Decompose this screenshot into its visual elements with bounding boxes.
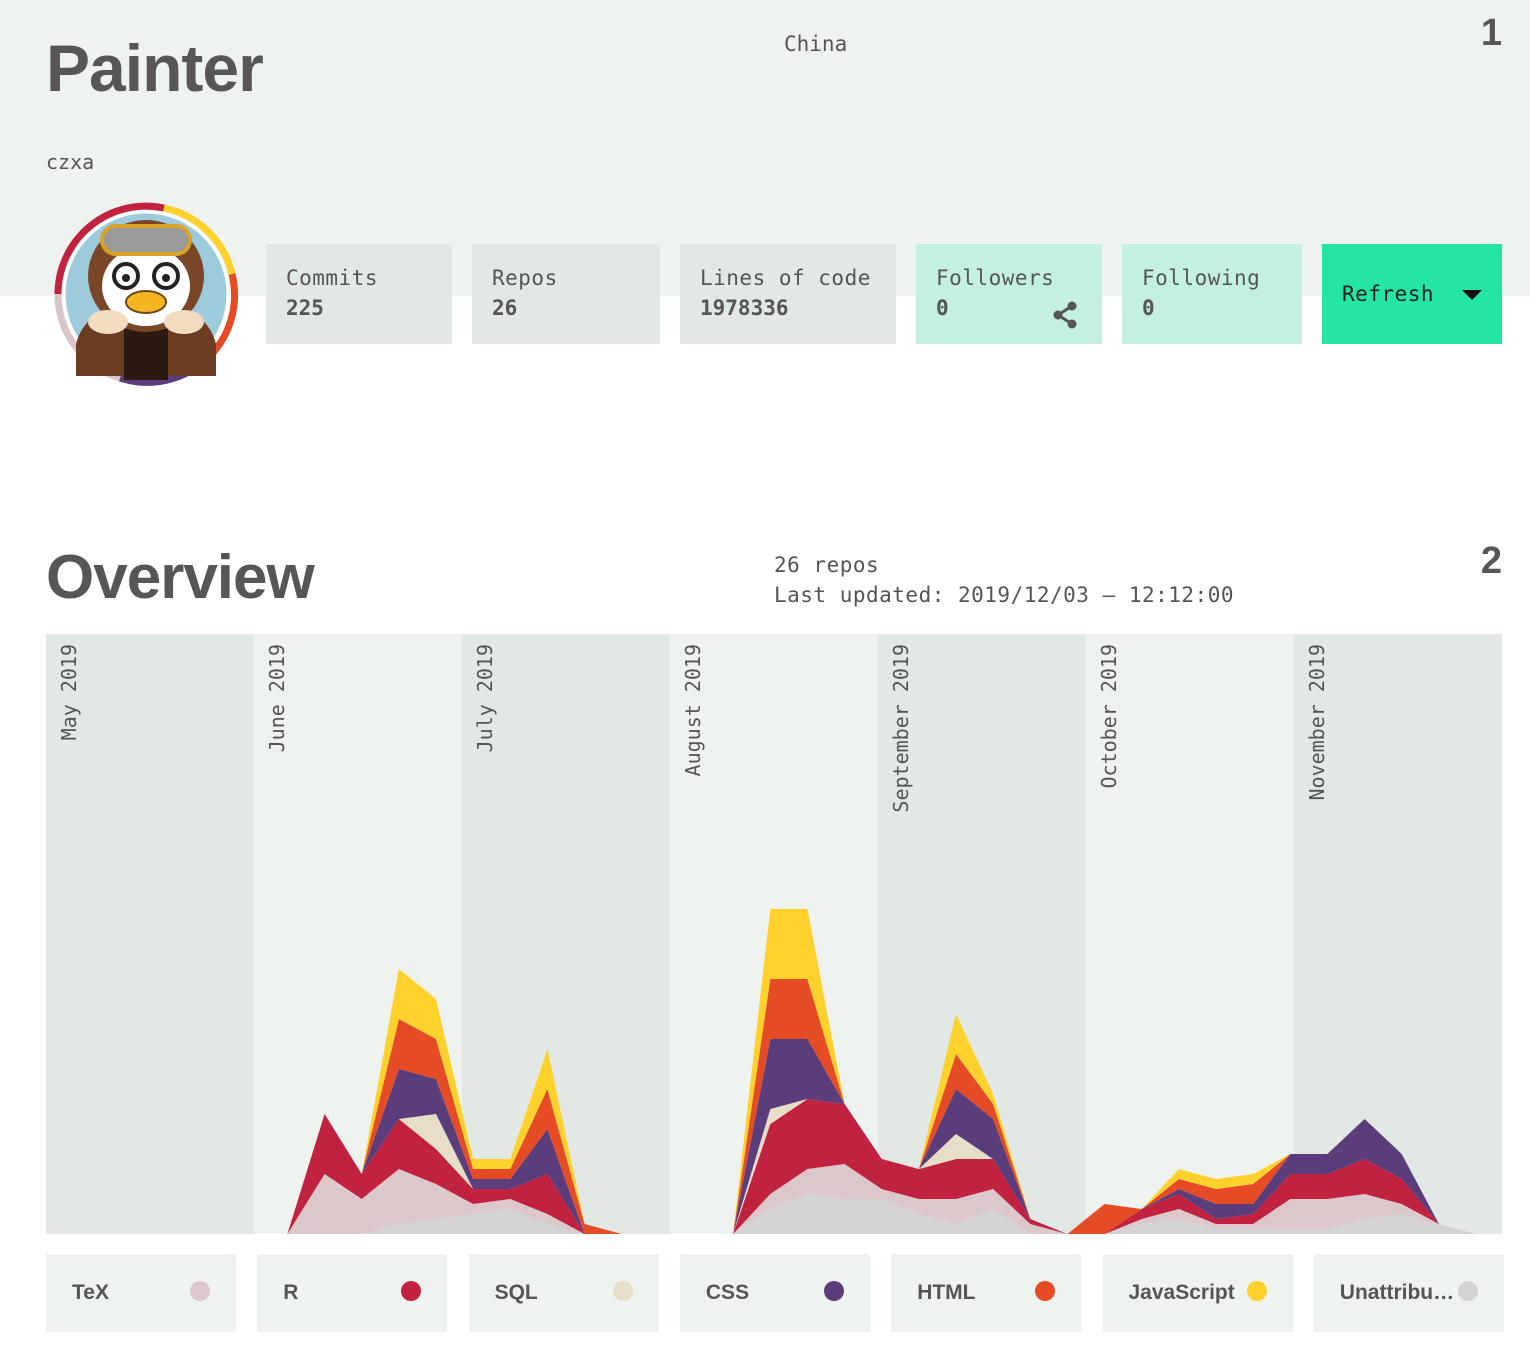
month-label: July 2019 bbox=[473, 644, 497, 752]
legend-item-unattributed[interactable]: Unattributed bbox=[1313, 1254, 1504, 1332]
legend-item-html[interactable]: HTML bbox=[891, 1254, 1082, 1332]
stat-label: Lines of code bbox=[700, 266, 871, 290]
legend-label: Unattributed bbox=[1339, 1281, 1458, 1304]
month-label: September 2019 bbox=[889, 644, 913, 813]
stat-repos: Repos 26 bbox=[472, 244, 660, 344]
overview-repos: 26 repos bbox=[774, 553, 880, 577]
legend-swatch bbox=[1246, 1281, 1267, 1301]
overview-updated: Last updated: 2019/12/03 – 12:12:00 bbox=[774, 583, 1235, 607]
stat-commits: Commits 225 bbox=[266, 244, 452, 344]
section-number: 1 bbox=[1480, 12, 1502, 54]
profile-name: Painter bbox=[46, 31, 264, 105]
legend-label: TeX bbox=[72, 1281, 109, 1304]
overview-title: Overview bbox=[46, 543, 315, 612]
legend-item-tex[interactable]: TeX bbox=[46, 1254, 236, 1332]
legend-item-javascript[interactable]: JavaScript bbox=[1102, 1254, 1293, 1332]
month-label: November 2019 bbox=[1305, 644, 1329, 801]
legend-label: CSS bbox=[705, 1281, 750, 1304]
stat-value: 26 bbox=[492, 296, 518, 320]
activity-chart: May 2019 June 2019 July 2019 August 2019 Sep… bbox=[46, 634, 1502, 1234]
legend-label: R bbox=[283, 1281, 299, 1304]
section-number: 2 bbox=[1480, 540, 1502, 582]
legend-label: JavaScript bbox=[1128, 1281, 1235, 1304]
overview-meta: 26 repos Last updated: 2019/12/03 – 12:12… bbox=[774, 550, 1234, 610]
stat-lines-of-code: Lines of code 1978336 bbox=[680, 244, 896, 344]
profile-username: czxa bbox=[46, 150, 95, 174]
stat-value: 0 bbox=[1142, 296, 1155, 320]
legend-swatch bbox=[190, 1281, 210, 1301]
stat-value: 1978336 bbox=[700, 296, 789, 320]
avatar bbox=[54, 202, 239, 386]
legend-swatch bbox=[401, 1281, 422, 1301]
month-label: October 2019 bbox=[1097, 644, 1121, 789]
stat-label: Repos bbox=[492, 266, 558, 290]
stat-value: 225 bbox=[286, 296, 324, 320]
stat-label: Following bbox=[1142, 266, 1261, 290]
legend-swatch bbox=[823, 1281, 844, 1301]
legend-item-css[interactable]: CSS bbox=[679, 1254, 870, 1332]
legend-swatch bbox=[1035, 1281, 1056, 1301]
legend-label: SQL bbox=[494, 1281, 538, 1304]
stat-label: Followers bbox=[936, 266, 1055, 290]
share-icon[interactable] bbox=[1050, 300, 1080, 330]
month-label: June 2019 bbox=[265, 644, 289, 752]
profile-location: China bbox=[784, 32, 848, 56]
stat-label: Commits bbox=[286, 266, 379, 290]
legend-item-sql[interactable]: SQL bbox=[468, 1254, 659, 1332]
legend-swatch bbox=[1457, 1281, 1478, 1301]
legend-swatch bbox=[612, 1281, 633, 1301]
legend-label: HTML bbox=[917, 1281, 976, 1304]
refresh-label: Refresh bbox=[1342, 282, 1435, 306]
caret-down-icon[interactable] bbox=[1462, 290, 1482, 300]
legend-item-r[interactable]: R bbox=[257, 1254, 448, 1332]
stat-following[interactable]: Following 0 bbox=[1122, 244, 1302, 344]
month-label: August 2019 bbox=[681, 644, 705, 776]
stat-followers[interactable]: Followers 0 bbox=[916, 244, 1102, 344]
month-label: May 2019 bbox=[57, 644, 81, 740]
refresh-button[interactable]: Refresh bbox=[1322, 244, 1502, 344]
